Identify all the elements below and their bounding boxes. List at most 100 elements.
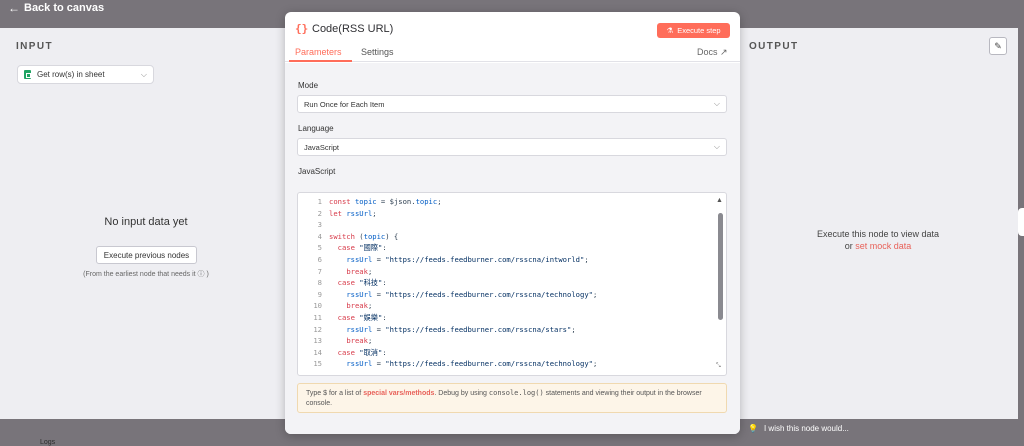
node-editor-modal: {} Code(RSS URL) ⚗ Execute step Paramete… <box>285 12 740 434</box>
scrollbar-thumb[interactable] <box>718 213 723 320</box>
code-text: break; <box>346 301 373 311</box>
code-line[interactable]: 12 rssUrl = "https://feeds.feedburner.co… <box>298 324 710 336</box>
docs-label: Docs <box>697 47 718 57</box>
code-text: case "科技": <box>337 278 387 288</box>
code-scrollbar[interactable]: ▲ ⤡ <box>716 197 725 373</box>
code-line[interactable]: 2 let rssUrl; <box>298 208 710 220</box>
node-title[interactable]: Code(RSS URL) <box>312 23 393 35</box>
output-panel: OUTPUT ✎ Execute this node to view data … <box>732 28 1018 419</box>
code-line[interactable]: 3 <box>298 219 710 231</box>
line-number: 12 <box>313 324 322 334</box>
language-label: Language <box>298 124 334 133</box>
earliest-note-close: ) <box>206 271 209 278</box>
feedback-wish-link[interactable]: 💡 I wish this node would... <box>748 424 849 433</box>
chevron-down-icon: ⌵ <box>713 142 720 151</box>
edit-output-button[interactable]: ✎ <box>989 37 1007 55</box>
chevron-down-icon: ⌵ <box>713 99 720 108</box>
code-text: rssUrl = "https://feeds.feedburner.com/r… <box>346 254 589 264</box>
line-number: 7 <box>317 266 322 276</box>
line-number: 1 <box>317 197 322 206</box>
line-number: 2 <box>317 208 322 218</box>
tab-parameters[interactable]: Parameters <box>295 47 342 57</box>
code-hint-box: Type $ for a list of special vars/method… <box>297 383 727 413</box>
code-text: case "娛樂": <box>337 312 387 322</box>
help-icon[interactable]: ⓘ <box>198 271 205 278</box>
output-empty-message: Execute this node to view data or set mo… <box>732 228 1024 252</box>
line-number: 13 <box>313 336 322 346</box>
input-source-value: Get row(s) in sheet <box>37 70 105 79</box>
hint-text-1: Type $ for a list of <box>306 390 364 397</box>
resize-handle-icon[interactable]: ⤡ <box>716 363 721 370</box>
code-text: rssUrl = "https://feeds.feedburner.com/r… <box>346 359 598 369</box>
language-value: JavaScript <box>304 142 340 152</box>
logs-label[interactable]: Logs <box>40 439 55 446</box>
code-text: const topic = $json.topic; <box>329 197 442 206</box>
code-text: switch (topic) { <box>329 231 399 241</box>
set-mock-data-link[interactable]: set mock data <box>855 241 911 251</box>
mode-label: Mode <box>298 81 319 90</box>
or-text: or <box>844 241 853 251</box>
line-number: 4 <box>317 231 322 241</box>
parameters-panel: Mode Run Once for Each Item ⌵ Language J… <box>285 63 740 434</box>
code-lines: 1 const topic = $json.topic; 2 let rssUrl; 3… <box>298 196 710 370</box>
tab-settings[interactable]: Settings <box>361 47 394 57</box>
earliest-note-text: (From the earliest node that needs it <box>83 271 196 278</box>
execute-step-button[interactable]: ⚗ Execute step <box>657 23 730 38</box>
back-to-canvas-link[interactable]: ← Back to canvas <box>8 1 104 15</box>
code-line[interactable]: 10 break; <box>298 300 710 312</box>
code-line[interactable]: 14 case "取消": <box>298 347 710 359</box>
line-number: 10 <box>313 301 322 311</box>
lightbulb-icon: 💡 <box>748 424 758 433</box>
docs-link[interactable]: Docs ↗ <box>697 47 728 58</box>
no-input-title: No input data yet <box>104 216 188 228</box>
input-source-select[interactable]: Get row(s) in sheet ⌵ <box>17 65 154 84</box>
language-select[interactable]: JavaScript ⌵ <box>297 138 727 156</box>
code-line[interactable]: 1 const topic = $json.topic; <box>298 196 710 208</box>
code-label: JavaScript <box>298 167 336 176</box>
execute-node-text: Execute this node to view data <box>816 229 940 239</box>
code-line[interactable]: 13 break; <box>298 335 710 347</box>
modal-header: {} Code(RSS URL) ⚗ Execute step Paramete… <box>285 12 740 62</box>
code-line[interactable]: 8 case "科技": <box>298 277 710 289</box>
code-editor[interactable]: 1 const topic = $json.topic; 2 let rssUrl; 3… <box>297 192 727 376</box>
external-link-icon: ↗ <box>720 47 728 57</box>
mode-select[interactable]: Run Once for Each Item ⌵ <box>297 95 727 113</box>
arrow-left-icon: ← <box>8 1 20 15</box>
line-number: 8 <box>317 278 322 288</box>
code-text: break; <box>346 336 373 346</box>
pencil-icon: ✎ <box>994 40 1002 51</box>
execute-previous-nodes-button[interactable]: Execute previous nodes <box>96 246 197 264</box>
mode-value: Run Once for Each Item <box>304 99 385 109</box>
line-number: 6 <box>317 254 322 264</box>
hint-code: console.log() <box>488 389 544 397</box>
code-line[interactable]: 11 case "娛樂": <box>298 312 710 324</box>
code-line[interactable]: 9 rssUrl = "https://feeds.feedburner.com… <box>298 289 710 301</box>
code-line[interactable]: 15 rssUrl = "https://feeds.feedburner.co… <box>298 358 710 370</box>
line-number: 9 <box>317 289 322 299</box>
earliest-node-note: (From the earliest node that needs it ⓘ … <box>0 269 292 279</box>
google-sheets-icon <box>24 70 31 79</box>
input-panel: INPUT Get row(s) in sheet ⌵ No input dat… <box>0 28 292 419</box>
line-number: 15 <box>313 359 322 369</box>
line-number: 11 <box>313 312 322 322</box>
code-line[interactable]: 4 switch (topic) { <box>298 231 710 243</box>
code-text: rssUrl = "https://feeds.feedburner.com/r… <box>346 324 576 334</box>
line-number: 14 <box>313 347 322 357</box>
input-panel-title: INPUT <box>16 41 53 52</box>
code-braces-icon: {} <box>295 22 309 35</box>
code-text: let rssUrl; <box>329 208 377 218</box>
back-to-canvas-label: Back to canvas <box>24 2 105 14</box>
scroll-up-icon[interactable]: ▲ <box>716 197 723 204</box>
code-line[interactable]: 5 case "國際": <box>298 242 710 254</box>
line-number: 5 <box>317 243 322 253</box>
line-number: 3 <box>317 220 322 230</box>
code-text: rssUrl = "https://feeds.feedburner.com/r… <box>346 289 598 299</box>
execute-step-label: Execute step <box>677 26 721 35</box>
code-line[interactable]: 7 break; <box>298 266 710 278</box>
special-vars-link[interactable]: special vars/methods <box>363 390 434 397</box>
hint-text-2: . Debug by using <box>434 390 489 397</box>
wish-label: I wish this node would... <box>763 424 849 433</box>
chevron-down-icon: ⌵ <box>140 69 147 79</box>
code-line[interactable]: 6 rssUrl = "https://feeds.feedburner.com… <box>298 254 710 266</box>
